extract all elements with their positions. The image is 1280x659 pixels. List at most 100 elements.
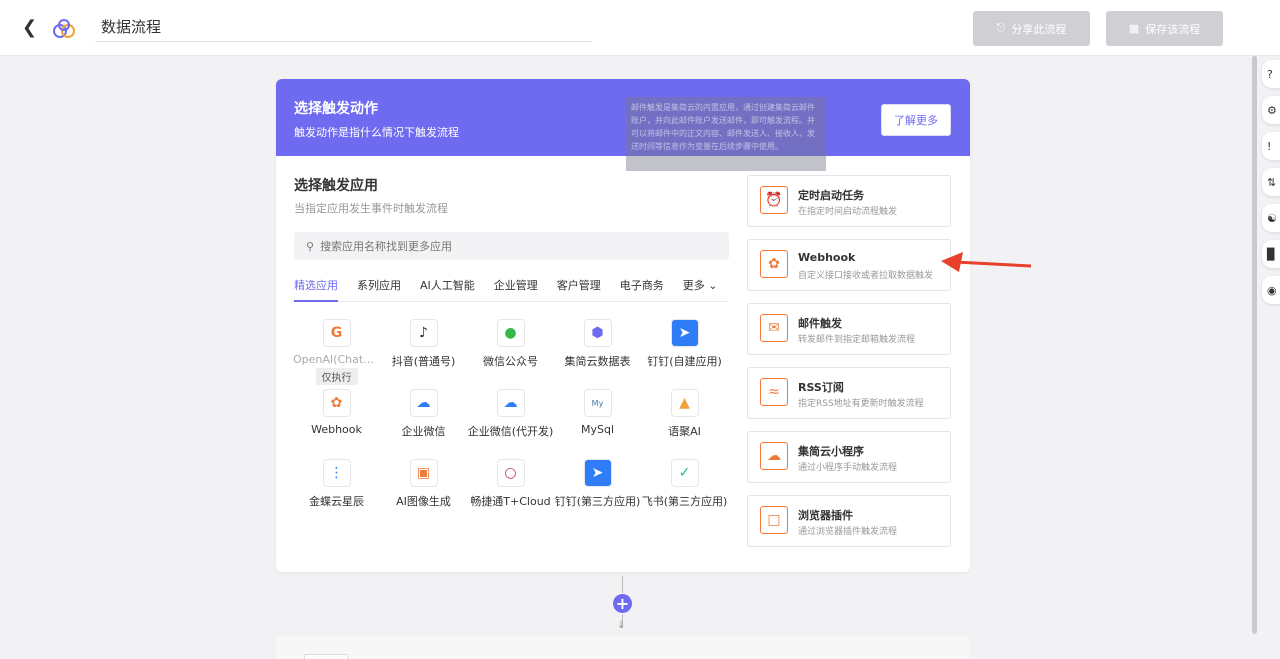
app-dingtalk-third[interactable]: ➤ 钉钉(第三方应用) xyxy=(554,459,641,509)
app-label: 企业微信(代开发) xyxy=(467,425,554,438)
top-bar: ❮ ⎋ 分享此流程 ▩ 保存该流程 xyxy=(0,0,1280,56)
trigger-desc: 转发邮件到指定邮箱触发流程 xyxy=(798,335,916,345)
app-label: 抖音(普通号) xyxy=(391,355,456,368)
trigger-desc: 指定RSS地址有更新时触发流程 xyxy=(798,399,924,409)
share-icon: ⎋ xyxy=(996,22,1006,34)
ai-image-icon: ▣ xyxy=(409,459,438,487)
feishu-icon: ✓ xyxy=(670,459,699,487)
help-icon[interactable]: ? xyxy=(1262,60,1280,88)
app-ai-image[interactable]: ▣ AI图像生成 xyxy=(380,459,467,509)
app-chanjet[interactable]: ○ 畅捷通T+Cloud xyxy=(467,459,554,509)
apps-section-title: 选择触发应用 xyxy=(294,178,378,194)
share-flow-button[interactable]: ⎋ 分享此流程 xyxy=(973,11,1090,46)
tab-more[interactable]: 更多 ⌄ xyxy=(683,278,718,302)
chanjet-icon: ○ xyxy=(496,459,525,487)
douyin-icon: ♪ xyxy=(409,319,438,347)
chart-icon[interactable]: ▉ xyxy=(1262,240,1280,268)
apps-section-subtitle: 当指定应用发生事件时触发流程 xyxy=(294,202,448,215)
app-mysql[interactable]: My MySql xyxy=(554,389,641,436)
flow-title-input[interactable] xyxy=(95,12,592,42)
wecom-icon: ☁ xyxy=(496,389,525,417)
arrow-down-icon: ↓ xyxy=(617,620,626,631)
rss-icon: ≈ xyxy=(760,378,788,406)
app-search-input[interactable] xyxy=(320,239,701,253)
learn-more-button[interactable]: 了解更多 xyxy=(881,104,951,136)
app-label: Webhook xyxy=(311,423,362,436)
sort-icon[interactable]: ⇅ xyxy=(1262,168,1280,196)
tab-ai[interactable]: AI人工智能 xyxy=(420,278,475,302)
chevron-down-icon: ⌄ xyxy=(708,279,718,292)
app-webhook[interactable]: ✿ Webhook xyxy=(293,389,380,436)
trigger-title: 浏览器插件 xyxy=(798,509,853,522)
app-dingtalk[interactable]: ➤ 钉钉(自建应用) xyxy=(641,319,728,369)
tab-crm[interactable]: 客户管理 xyxy=(557,278,601,302)
webhook-icon: ✿ xyxy=(322,389,351,417)
trigger-email[interactable]: ✉ 邮件触发 转发邮件到指定邮箱触发流程 xyxy=(747,303,951,355)
app-label: 飞书(第三方应用) xyxy=(641,495,728,508)
cloud-flow-logo xyxy=(53,19,75,38)
mysql-icon: My xyxy=(583,389,612,417)
save-flow-button[interactable]: ▩ 保存该流程 xyxy=(1106,11,1223,46)
kingdee-icon: ⋮ xyxy=(322,459,351,487)
flow-icon[interactable]: ☯ xyxy=(1262,204,1280,232)
app-label: OpenAI(ChatGPT) xyxy=(293,353,380,366)
mail-icon: ✉ xyxy=(760,314,788,342)
app-label: MySql xyxy=(580,423,615,436)
location-icon[interactable]: ◉ xyxy=(1262,276,1280,304)
share-flow-label: 分享此流程 xyxy=(1011,23,1067,36)
trigger-webhook[interactable]: ✿ Webhook 自定义接口接收或者拉取数据触发 xyxy=(747,239,951,291)
trigger-title: RSS订阅 xyxy=(798,381,844,394)
trigger-scheduled[interactable]: ⏰ 定时启动任务 在指定时间启动流程触发 xyxy=(747,175,951,227)
app-category-tabs: 精选应用 系列应用 AI人工智能 企业管理 客户管理 电子商务 更多 ⌄ xyxy=(294,278,729,302)
trigger-desc: 通过浏览器插件触发流程 xyxy=(798,527,898,537)
trigger-desc: 通过小程序手动触发流程 xyxy=(798,463,898,473)
tab-featured[interactable]: 精选应用 xyxy=(294,278,338,302)
app-label: 语聚AI xyxy=(668,425,701,438)
wecom-icon: ☁ xyxy=(409,389,438,417)
trigger-title: Webhook xyxy=(798,251,856,264)
alert-icon[interactable]: ! xyxy=(1262,132,1280,160)
app-jijianyun-table[interactable]: ⬢ 集简云数据表 xyxy=(554,319,641,369)
header-title: 选择触发动作 xyxy=(294,101,378,117)
tab-series[interactable]: 系列应用 xyxy=(357,278,401,302)
header-subtitle: 触发动作是指什么情况下触发流程 xyxy=(294,126,459,139)
dingtalk-icon: ➤ xyxy=(583,459,612,487)
add-step-button[interactable]: + xyxy=(613,594,632,613)
app-wechat-official[interactable]: ● 微信公众号 xyxy=(467,319,554,369)
app-label: 畅捷通T+Cloud xyxy=(470,495,551,508)
trigger-rss[interactable]: ≈ RSS订阅 指定RSS地址有更新时触发流程 xyxy=(747,367,951,419)
app-wecom[interactable]: ☁ 企业微信 xyxy=(380,389,467,439)
app-label: 钉钉(自建应用) xyxy=(647,355,722,368)
flow-connector xyxy=(622,576,623,593)
app-yuju-ai[interactable]: ▲ 语聚AI xyxy=(641,389,728,439)
email-trigger-tooltip: 邮件触发是集简云的内置应用，通过创建集简云邮件账户，并向此邮件账户发送邮件，即可… xyxy=(626,97,826,171)
trigger-title: 邮件触发 xyxy=(798,317,842,330)
openai-icon: G xyxy=(322,319,351,347)
app-label: AI图像生成 xyxy=(396,495,451,508)
save-icon: ▩ xyxy=(1128,23,1140,35)
save-flow-label: 保存该流程 xyxy=(1145,23,1201,36)
app-feishu-third[interactable]: ✓ 飞书(第三方应用) xyxy=(641,459,728,509)
annotation-arrow-icon xyxy=(941,252,1032,272)
trigger-selection-card: 选择触发动作 触发动作是指什么情况下触发流程 了解更多 选择触发应用 当指定应用… xyxy=(276,79,970,572)
scrollbar[interactable] xyxy=(1252,56,1257,634)
tab-ecommerce[interactable]: 电子商务 xyxy=(620,278,664,302)
chevron-left-icon[interactable]: ❮ xyxy=(22,18,40,38)
card-header: 选择触发动作 触发动作是指什么情况下触发流程 了解更多 xyxy=(276,79,970,156)
gear-icon[interactable]: ⚙ xyxy=(1262,96,1280,124)
app-douyin[interactable]: ♪ 抖音(普通号) xyxy=(380,319,467,369)
app-openai[interactable]: G OpenAI(ChatGPT) 仅执行 xyxy=(293,319,380,385)
app-label: 集简云数据表 xyxy=(564,355,631,368)
trigger-title: 集简云小程序 xyxy=(798,445,864,458)
app-kingdee[interactable]: ⋮ 金蝶云星辰 xyxy=(293,459,380,509)
trigger-title: 定时启动任务 xyxy=(798,189,864,202)
app-label: 金蝶云星辰 xyxy=(309,495,364,508)
next-step-placeholder xyxy=(304,654,348,659)
trigger-miniprogram[interactable]: ☁ 集简云小程序 通过小程序手动触发流程 xyxy=(747,431,951,483)
app-wecom-agent[interactable]: ☁ 企业微信(代开发) xyxy=(467,389,554,439)
trigger-desc: 在指定时间启动流程触发 xyxy=(798,207,898,217)
trigger-browser-plugin[interactable]: □ 浏览器插件 通过浏览器插件触发流程 xyxy=(747,495,951,547)
tab-enterprise[interactable]: 企业管理 xyxy=(494,278,538,302)
next-step-card[interactable] xyxy=(276,636,970,659)
app-search[interactable]: ⚲ xyxy=(294,232,729,260)
